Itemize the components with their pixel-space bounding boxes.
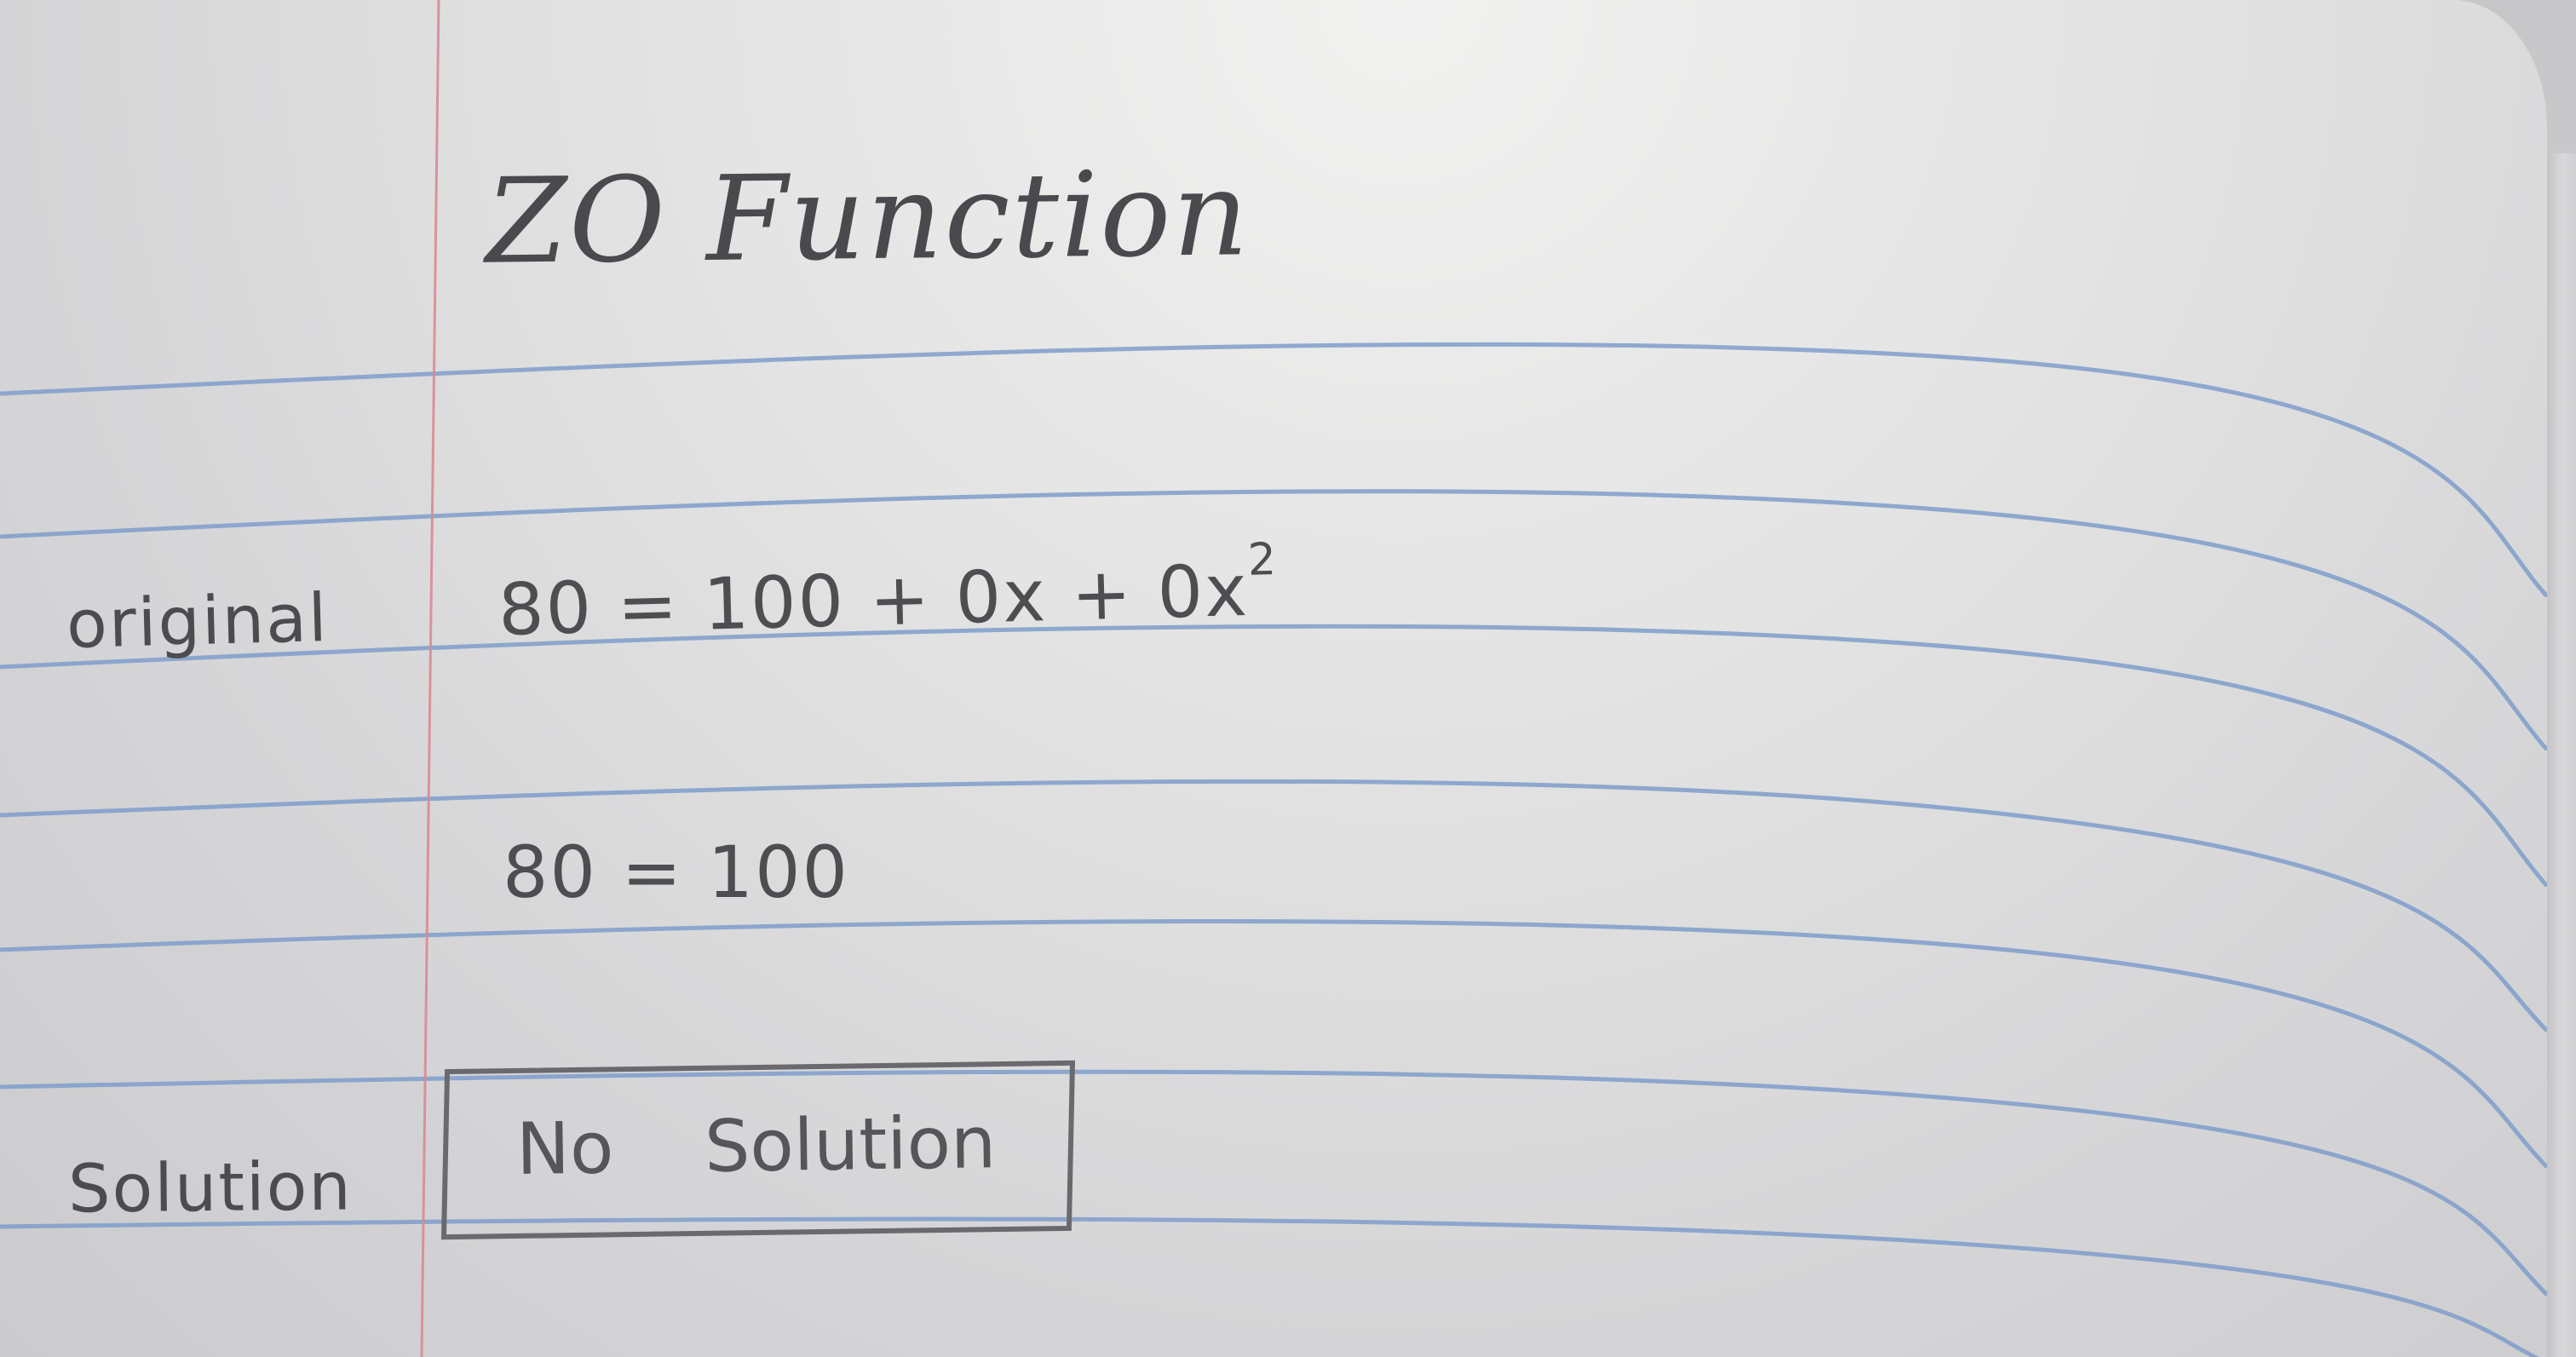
page-title: ZO Function <box>485 145 1251 290</box>
ruled-lines <box>0 0 2547 1357</box>
exponent: 2 <box>1247 534 1279 586</box>
row-label-original: original <box>65 579 330 664</box>
rule-line <box>0 624 2547 888</box>
solution-box: No Solution <box>440 1060 1076 1240</box>
row-label-solution: Solution <box>67 1148 354 1228</box>
photo-scene: ZO Function original 80 = 100 + 0x + 0x2… <box>0 0 2576 1357</box>
rule-line <box>0 779 2547 1032</box>
notebook-page: ZO Function original 80 = 100 + 0x + 0x2… <box>0 0 2547 1357</box>
rule-line <box>0 918 2547 1169</box>
margin-line <box>420 0 440 1357</box>
equation-simplified: 80 = 100 <box>503 831 850 914</box>
rule-line <box>0 1216 2539 1357</box>
solution-text: No Solution <box>515 1101 997 1191</box>
